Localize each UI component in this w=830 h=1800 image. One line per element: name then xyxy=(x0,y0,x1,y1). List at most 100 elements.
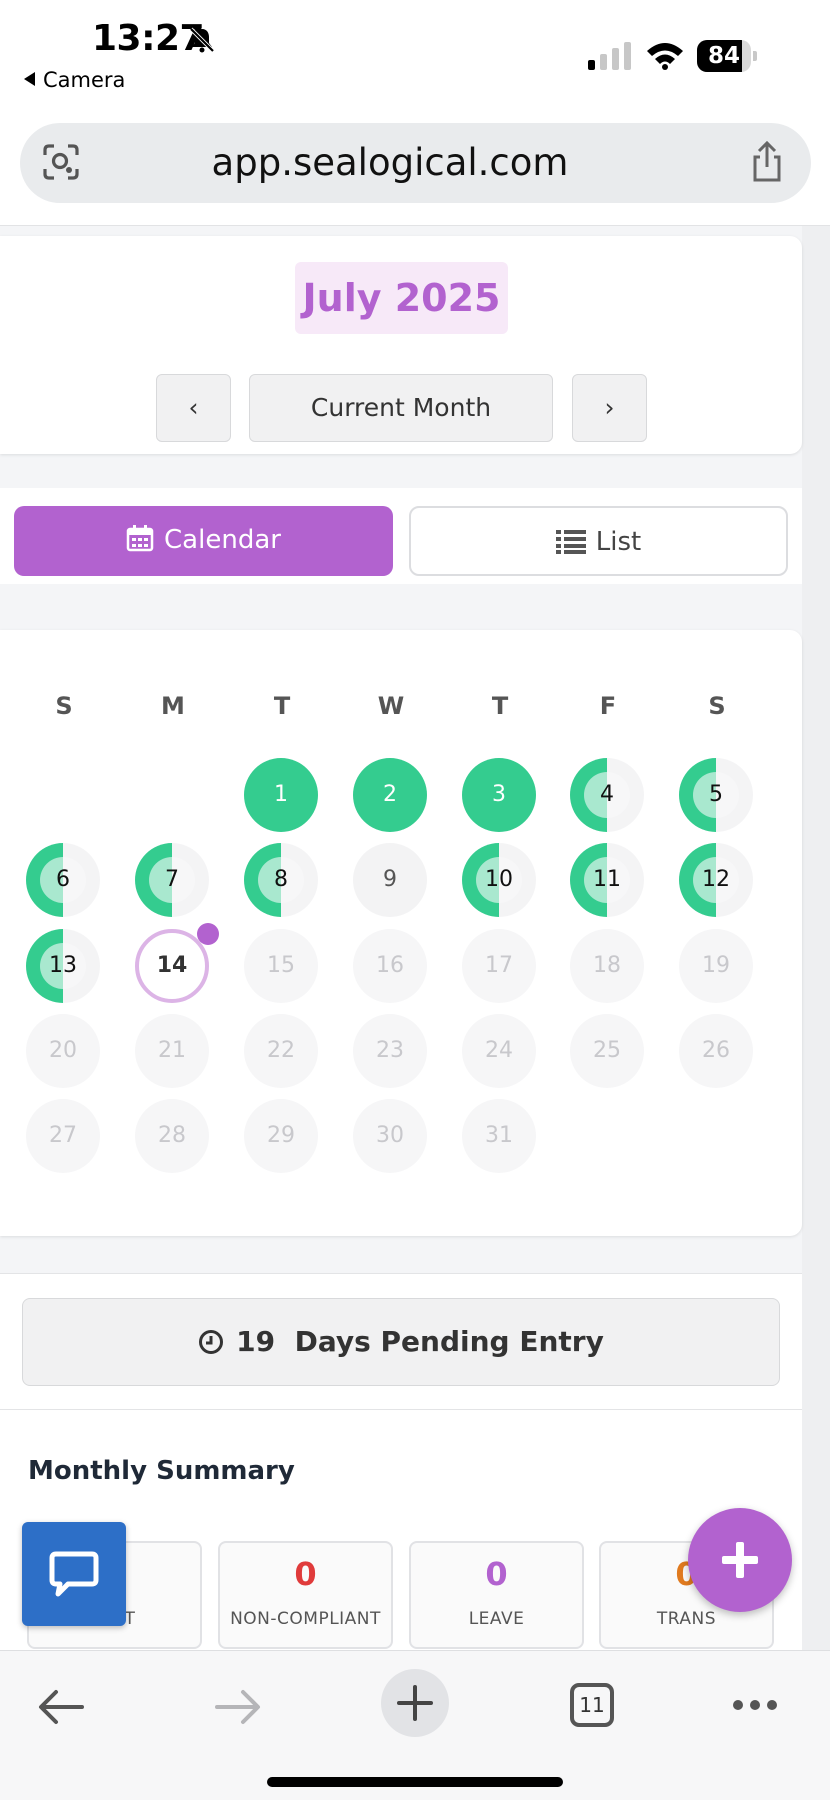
day-number: 30 xyxy=(376,1123,404,1148)
new-tab-button[interactable] xyxy=(381,1669,449,1737)
back-arrow-icon[interactable] xyxy=(38,1689,84,1725)
calendar-day: 26 xyxy=(679,1014,753,1088)
day-number: 10 xyxy=(485,867,513,892)
plus-icon xyxy=(397,1685,433,1721)
list-view-button[interactable]: List xyxy=(409,506,788,576)
leave-stat[interactable]: 0 LEAVE xyxy=(409,1541,584,1649)
add-entry-button[interactable] xyxy=(688,1508,792,1612)
web-page: July 2025 ‹ Current Month › Calendar Lis… xyxy=(0,225,830,1650)
day-number: 7 xyxy=(165,867,179,892)
back-app-label: Camera xyxy=(43,68,126,92)
forward-arrow-icon[interactable] xyxy=(215,1689,261,1725)
battery-level: 84 xyxy=(707,43,740,69)
calendar-day[interactable]: 2 xyxy=(353,758,427,832)
back-to-app-link[interactable]: Camera xyxy=(24,68,125,92)
day-number: 16 xyxy=(376,953,404,978)
page-scrollbar[interactable] xyxy=(802,226,830,1650)
calendar-day: 23 xyxy=(353,1014,427,1088)
calendar-day: 16 xyxy=(353,929,427,1003)
calendar-day: 31 xyxy=(462,1099,536,1173)
prev-month-button[interactable]: ‹ xyxy=(156,374,231,442)
calendar-day[interactable]: 5 xyxy=(679,758,753,832)
address-bar[interactable]: app.sealogical.com xyxy=(20,123,811,203)
stat-value: 0 xyxy=(485,1555,508,1593)
calendar-view-button[interactable]: Calendar xyxy=(14,506,393,576)
calendar-day[interactable]: 8 xyxy=(244,843,318,917)
day-number: 26 xyxy=(702,1038,730,1063)
list-icon xyxy=(555,530,586,554)
day-number: 14 xyxy=(156,953,188,978)
next-month-button[interactable]: › xyxy=(572,374,647,442)
weekday-header: F xyxy=(599,692,617,720)
view-toggle: Calendar List xyxy=(0,488,802,584)
today-indicator-dot xyxy=(197,923,219,945)
calendar-day[interactable]: 11 xyxy=(570,843,644,917)
weekday-header: T xyxy=(491,692,509,720)
non-compliant-stat[interactable]: 0 NON-COMPLIANT xyxy=(218,1541,393,1649)
weekday-header: S xyxy=(55,692,73,720)
url-text[interactable]: app.sealogical.com xyxy=(110,141,670,184)
more-menu-icon[interactable] xyxy=(732,1699,778,1711)
calendar-day: 30 xyxy=(353,1099,427,1173)
day-number: 2 xyxy=(383,782,397,807)
calendar-day: 17 xyxy=(462,929,536,1003)
day-number: 18 xyxy=(593,953,621,978)
calendar-day: 25 xyxy=(570,1014,644,1088)
weekday-header: S xyxy=(708,692,726,720)
day-number: 12 xyxy=(702,867,730,892)
tab-switcher-button[interactable]: 11 xyxy=(570,1683,614,1727)
day-number: 24 xyxy=(485,1038,513,1063)
day-number: 25 xyxy=(593,1038,621,1063)
day-number: 15 xyxy=(267,953,295,978)
calendar-day[interactable]: 13 xyxy=(26,929,100,1003)
share-icon[interactable] xyxy=(749,141,785,183)
calendar-day[interactable]: 12 xyxy=(679,843,753,917)
calendar-day: 20 xyxy=(26,1014,100,1088)
pending-entry-button[interactable]: 19 Days Pending Entry xyxy=(22,1298,780,1386)
day-number: 19 xyxy=(702,953,730,978)
day-number: 21 xyxy=(158,1038,186,1063)
calendar-day: 22 xyxy=(244,1014,318,1088)
day-number: 11 xyxy=(593,867,621,892)
calendar-day[interactable]: 9 xyxy=(353,843,427,917)
calendar-day[interactable]: 7 xyxy=(135,843,209,917)
calendar-day[interactable]: 10 xyxy=(462,843,536,917)
weekday-header: W xyxy=(377,692,405,720)
calendar-day: 18 xyxy=(570,929,644,1003)
cellular-signal-icon xyxy=(588,42,631,70)
bell-muted-icon xyxy=(189,27,215,53)
day-number: 9 xyxy=(383,867,397,892)
day-number: 20 xyxy=(49,1038,77,1063)
calendar-day: 29 xyxy=(244,1099,318,1173)
plus-icon xyxy=(722,1542,758,1578)
list-view-label: List xyxy=(595,527,642,557)
pending-label: Days Pending Entry xyxy=(294,1325,604,1358)
wifi-icon xyxy=(647,43,683,70)
day-number: 17 xyxy=(485,953,513,978)
calendar-view-label: Calendar xyxy=(164,525,281,555)
day-number: 31 xyxy=(485,1123,513,1148)
calendar-day: 27 xyxy=(26,1099,100,1173)
stat-label: LEAVE xyxy=(468,1609,525,1629)
day-number: 27 xyxy=(49,1123,77,1148)
page-scan-icon[interactable] xyxy=(42,143,80,181)
current-month-button[interactable]: Current Month xyxy=(249,374,553,442)
back-triangle-icon xyxy=(24,72,35,86)
stat-label: TRANS xyxy=(656,1609,717,1629)
day-number: 13 xyxy=(49,953,77,978)
chat-button[interactable] xyxy=(22,1522,126,1626)
status-bar: 13:27 Camera 84 xyxy=(0,0,830,108)
summary-title: Monthly Summary xyxy=(28,1456,295,1486)
pending-section: 19 Days Pending Entry xyxy=(0,1273,802,1410)
month-header-card: July 2025 ‹ Current Month › xyxy=(0,236,802,454)
day-number: 4 xyxy=(600,782,614,807)
calendar-day[interactable]: 6 xyxy=(26,843,100,917)
day-number: 6 xyxy=(56,867,70,892)
stat-value: 0 xyxy=(294,1555,317,1593)
clock-icon xyxy=(199,1330,224,1354)
calendar-day[interactable]: 4 xyxy=(570,758,644,832)
home-indicator[interactable] xyxy=(267,1777,563,1787)
calendar-day[interactable]: 1 xyxy=(244,758,318,832)
calendar-icon xyxy=(126,525,154,552)
calendar-day[interactable]: 3 xyxy=(462,758,536,832)
